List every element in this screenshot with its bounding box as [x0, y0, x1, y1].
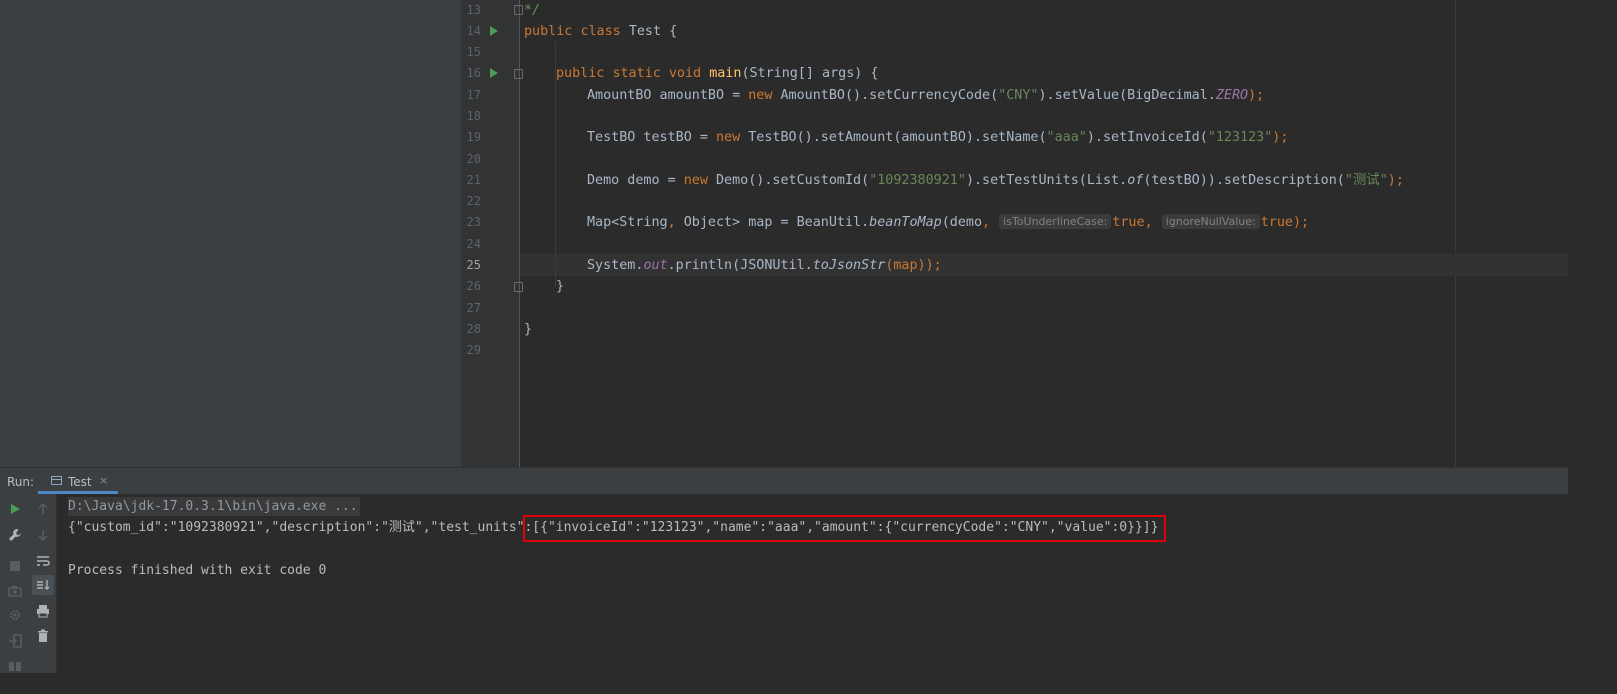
line-number: 21: [466, 173, 481, 187]
project-panel: [0, 0, 461, 467]
line-number: 16: [466, 66, 481, 80]
line-number: 22: [466, 194, 481, 208]
line-number: 19: [466, 130, 481, 144]
run-icon[interactable]: [4, 499, 26, 519]
code-line-13: */: [524, 3, 541, 18]
fold-icon[interactable]: [514, 69, 523, 79]
run-toolbar-right: [29, 494, 57, 673]
code-line-25: System.out.println(JSONUtil.toJsonStr(ma…: [587, 258, 942, 273]
console-tab-icon: [51, 476, 62, 485]
code-line-28: }: [524, 322, 533, 337]
line-number-current: 25: [466, 258, 481, 272]
scroll-to-end-icon[interactable]: [32, 575, 54, 595]
stop-icon[interactable]: [4, 556, 26, 576]
run-tab-test[interactable]: Test ×: [38, 468, 118, 494]
close-icon[interactable]: ×: [99, 474, 108, 487]
run-label: Run:: [7, 475, 35, 489]
code-line-14: public class Test {: [524, 24, 678, 39]
wrench-icon[interactable]: [4, 525, 26, 545]
code-line-21: Demo demo = new Demo().setCustomId("1092…: [587, 173, 1404, 188]
settings-icon[interactable]: [4, 605, 26, 625]
down-arrow-icon[interactable]: [32, 525, 54, 545]
run-class-icon[interactable]: [490, 26, 498, 36]
fold-icon[interactable]: [514, 5, 523, 15]
print-icon[interactable]: [32, 601, 54, 621]
line-number: 27: [466, 301, 481, 315]
code-line-23: Map<String, Object> map = BeanUtil.beanT…: [587, 214, 1310, 230]
fold-icon[interactable]: [514, 282, 523, 292]
param-hint: isToUnderlineCase:: [999, 214, 1112, 229]
layout-icon[interactable]: [4, 656, 26, 676]
param-hint: ignoreNullValue:: [1161, 214, 1260, 229]
line-number: 23: [466, 215, 481, 229]
right-margin-guide: [1455, 0, 1456, 467]
line-number: 14: [466, 24, 481, 38]
run-toolbar-left: [0, 494, 29, 673]
camera-icon[interactable]: [4, 581, 26, 601]
tab-label: Test: [68, 475, 92, 489]
line-number: 15: [466, 45, 481, 59]
code-line-17: AmountBO amountBO = new AmountBO().setCu…: [587, 88, 1265, 103]
trash-icon[interactable]: [32, 626, 54, 646]
line-number: 17: [466, 88, 481, 102]
line-number: 28: [466, 322, 481, 336]
console-command-line: D:\Java\jdk-17.0.3.1\bin\java.exe ...: [68, 497, 360, 516]
line-number: 13: [466, 3, 481, 17]
console-exit-message: Process finished with exit code 0: [68, 563, 327, 578]
run-main-icon[interactable]: [490, 68, 498, 78]
code-line-16: public static void main(String[] args) {: [556, 66, 879, 81]
soft-wrap-icon[interactable]: [32, 551, 54, 571]
line-number: 26: [466, 279, 481, 293]
line-number: 29: [466, 343, 481, 357]
login-icon[interactable]: [4, 631, 26, 651]
annotation-highlight-box: [523, 515, 1166, 542]
line-number: 24: [466, 237, 481, 251]
up-arrow-icon[interactable]: [32, 499, 54, 519]
line-number: 18: [466, 109, 481, 123]
run-tool-window-header: Run: Test ×: [0, 467, 1568, 494]
code-line-26: }: [556, 279, 565, 294]
code-line-19: TestBO testBO = new TestBO().setAmount(a…: [587, 130, 1289, 145]
line-number: 20: [466, 152, 481, 166]
